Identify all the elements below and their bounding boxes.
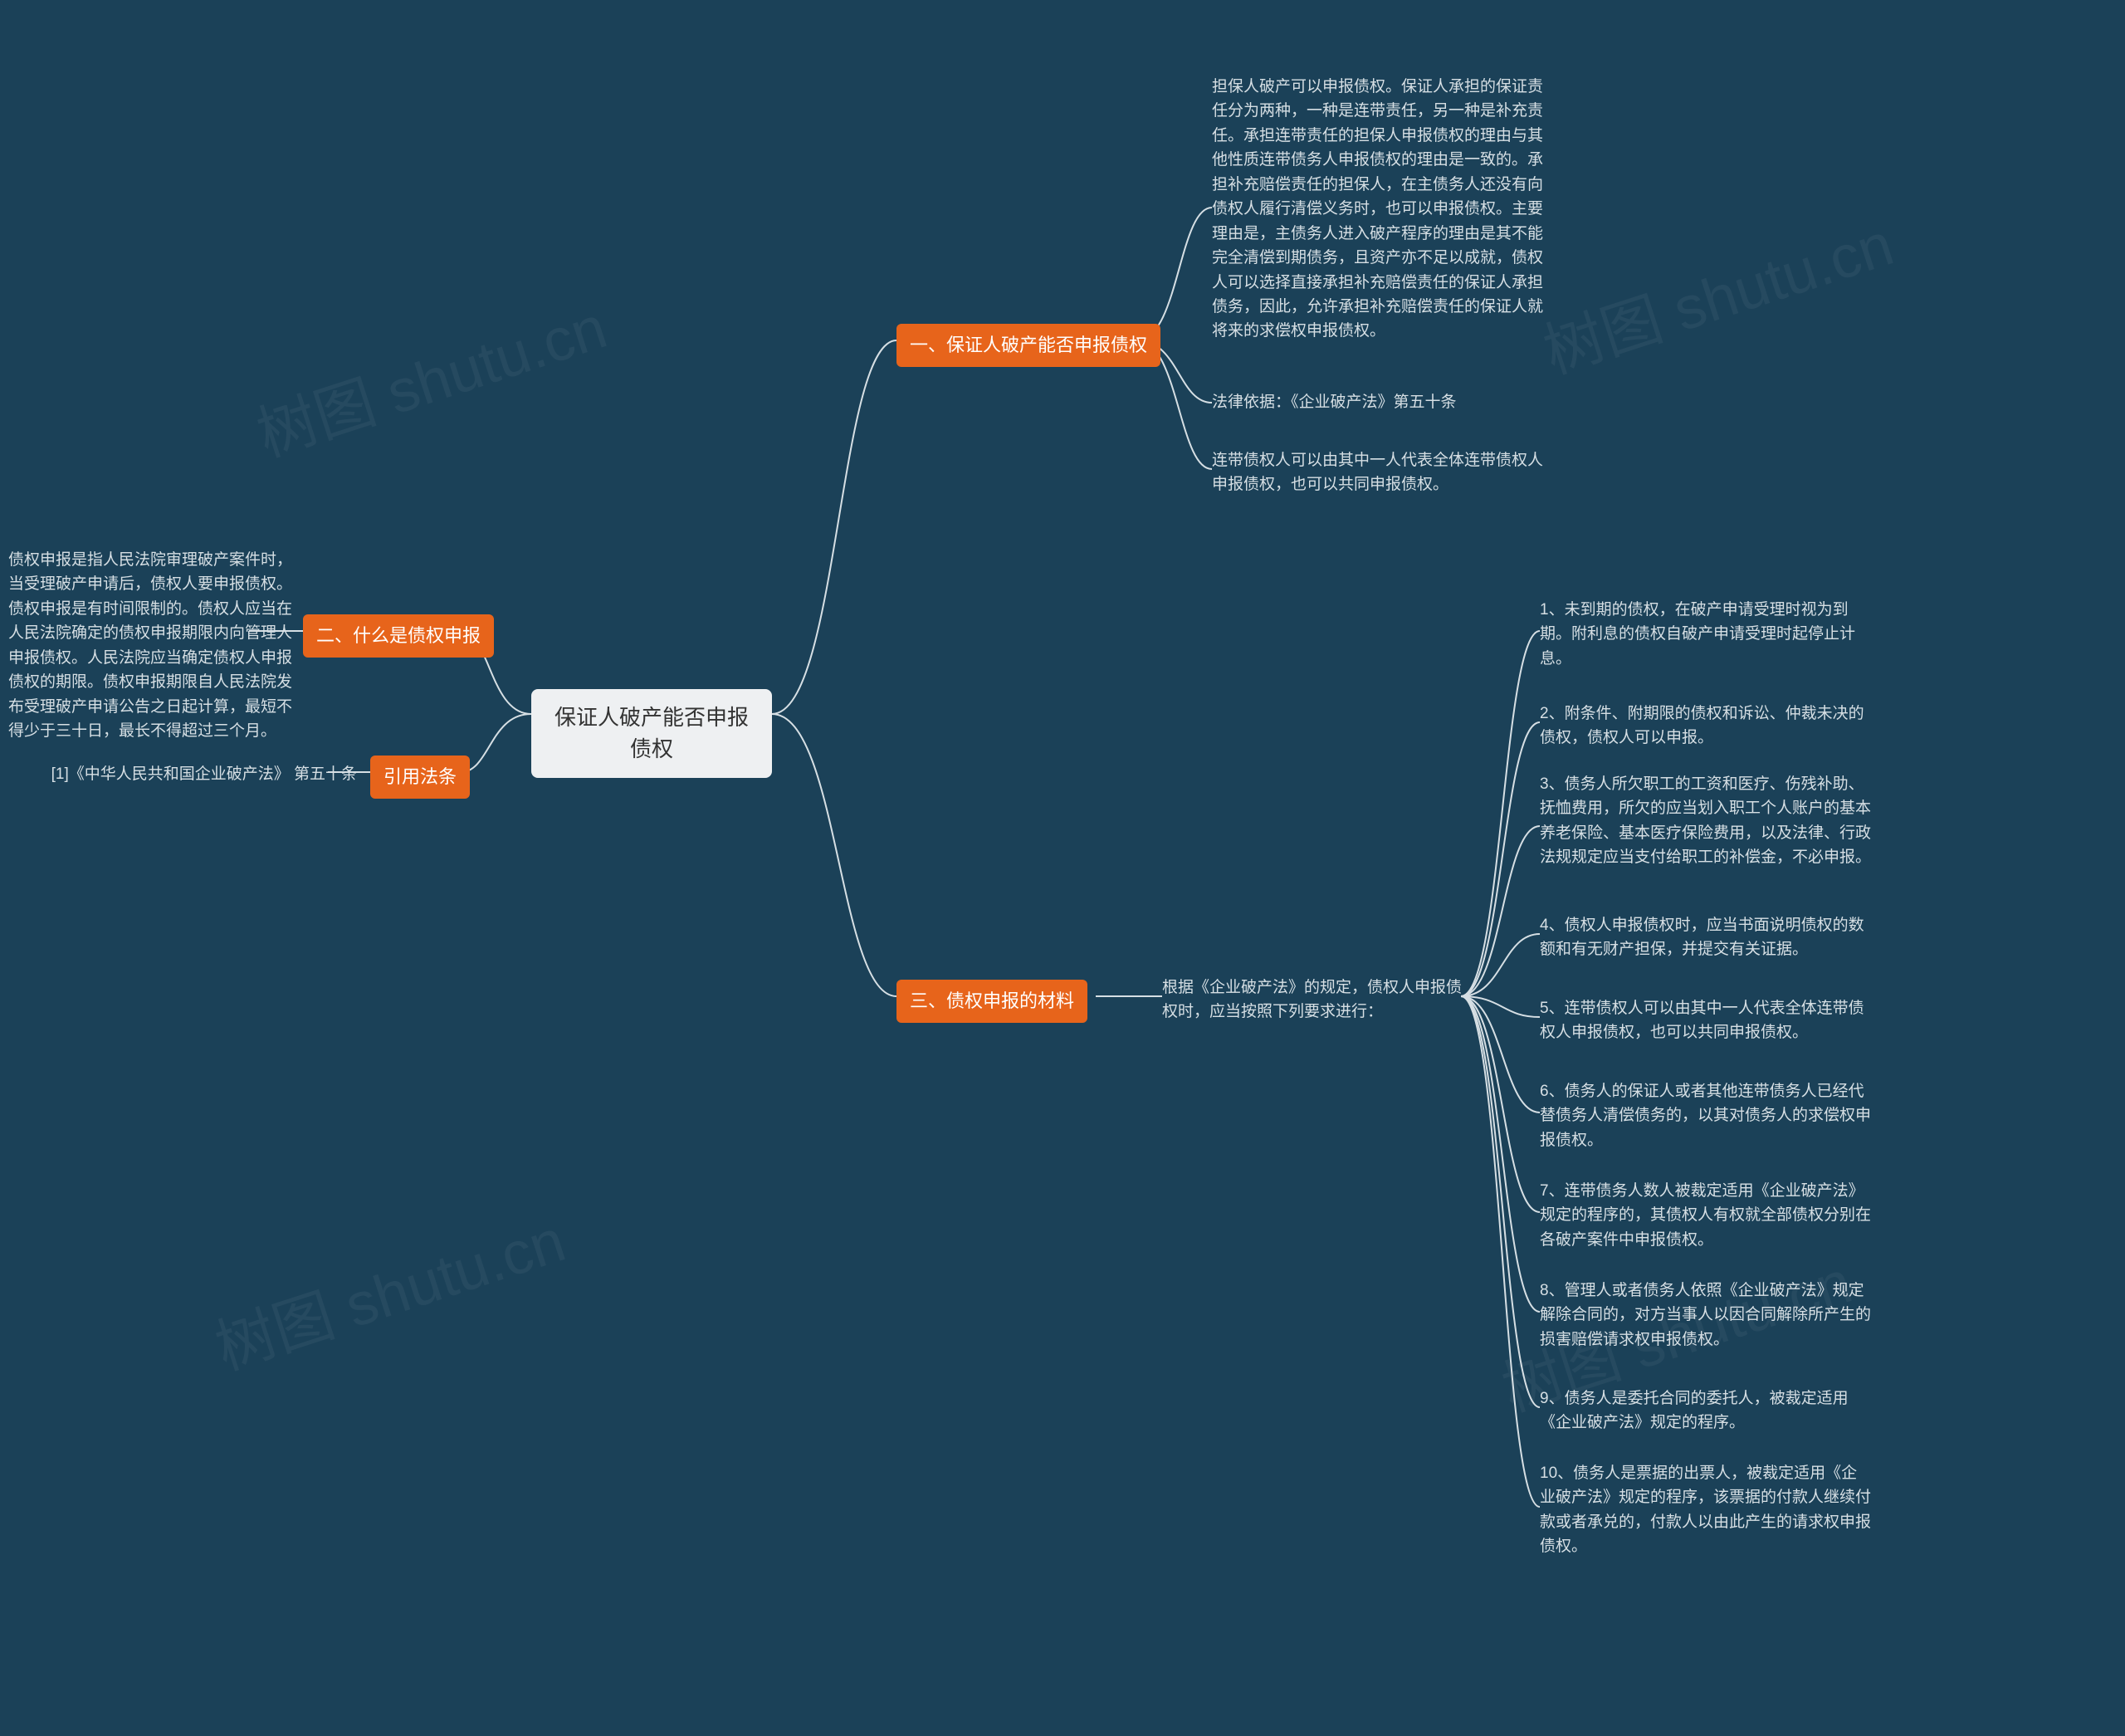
leaf-s1-para2: 法律依据：《企业破产法》第五十条 — [1212, 390, 1544, 414]
leaf-s3-i9: 9、债务人是委托合同的委托人，被裁定适用《企业破产法》规定的程序。 — [1540, 1386, 1872, 1435]
branch-section1[interactable]: 一、保证人破产能否申报债权 — [896, 324, 1160, 367]
leaf-s3-i10: 10、债务人是票据的出票人，被裁定适用《企业破产法》规定的程序，该票据的付款人继… — [1540, 1461, 1872, 1559]
leaf-s1-para3: 连带债权人可以由其中一人代表全体连带债权人申报债权，也可以共同申报债权。 — [1212, 448, 1544, 497]
watermark: 树图 shutu.cn — [203, 1191, 574, 1386]
branch-section3[interactable]: 三、债权申报的材料 — [896, 980, 1087, 1023]
leaf-s3-i8: 8、管理人或者债务人依照《企业破产法》规定解除合同的，对方当事人以因合同解除所产… — [1540, 1279, 1872, 1352]
leaf-s1-para1: 担保人破产可以申报债权。保证人承担的保证责任分为两种，一种是连带责任，另一种是补… — [1212, 75, 1544, 344]
watermark: 树图 shutu.cn — [1531, 195, 1902, 390]
root-node[interactable]: 保证人破产能否申报债权 — [531, 689, 772, 778]
leaf-s3-i3: 3、债务人所欠职工的工资和医疗、伤残补助、抚恤费用，所欠的应当划入职工个人账户的… — [1540, 772, 1872, 870]
leaf-s3-i7: 7、连带债务人数人被裁定适用《企业破产法》规定的程序的，其债权人有权就全部债权分… — [1540, 1179, 1872, 1252]
leaf-s3-i5: 5、连带债权人可以由其中一人代表全体连带债权人申报债权，也可以共同申报债权。 — [1540, 996, 1872, 1045]
mindmap-canvas: 保证人破产能否申报债权 一、保证人破产能否申报债权 担保人破产可以申报债权。保证… — [0, 0, 2125, 1736]
leaf-s3-i6: 6、债务人的保证人或者其他连带债务人已经代替债务人清偿债务的，以其对债务人的求偿… — [1540, 1079, 1872, 1152]
leaf-s2-para: 债权申报是指人民法院审理破产案件时，当受理破产申请后，债权人要申报债权。债权申报… — [8, 548, 303, 744]
branch-section2[interactable]: 二、什么是债权申报 — [303, 614, 494, 658]
watermark: 树图 shutu.cn — [244, 278, 615, 473]
branch-laws[interactable]: 引用法条 — [370, 756, 470, 799]
leaf-laws-item1: [1]《中华人民共和国企业破产法》 第五十条 — [42, 762, 357, 786]
leaf-s3-i1: 1、未到期的债权，在破产申请受理时视为到期。附利息的债权自破产申请受理时起停止计… — [1540, 598, 1872, 671]
leaf-s3-intro: 根据《企业破产法》的规定，债权人申报债权时，应当按照下列要求进行： — [1162, 976, 1469, 1024]
leaf-s3-i4: 4、债权人申报债权时，应当书面说明债权的数额和有无财产担保，并提交有关证据。 — [1540, 913, 1872, 962]
leaf-s3-i2: 2、附条件、附期限的债权和诉讼、仲裁未决的债权，债权人可以申报。 — [1540, 702, 1872, 751]
